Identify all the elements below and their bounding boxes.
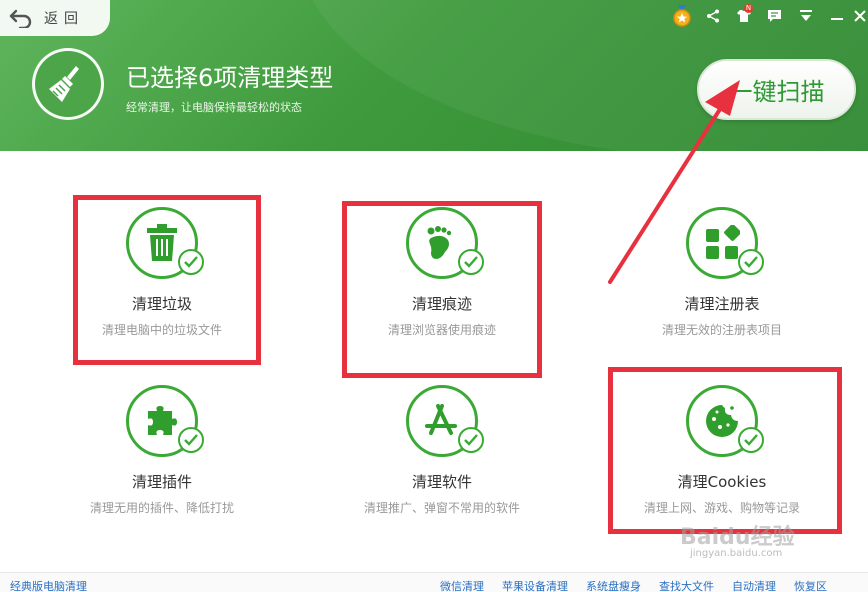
item-description: 清理推广、弹窗不常用的软件 bbox=[363, 501, 520, 515]
checkmark-icon[interactable] bbox=[738, 427, 764, 453]
footer-bar: 经典版电脑清理 微信清理 苹果设备清理 系统盘瘦身 查找大文件 自动清理 恢复区 bbox=[0, 572, 868, 592]
annotation-arrow bbox=[608, 80, 740, 284]
watermark-url: jingyan.baidu.com bbox=[690, 548, 783, 559]
clean-plugins-item[interactable]: 清理插件 清理无用的插件、降低打扰 bbox=[22, 383, 302, 523]
checkmark-icon[interactable] bbox=[458, 249, 484, 275]
window-toolbar: N bbox=[666, 4, 868, 28]
item-title: 清理Cookies bbox=[677, 473, 767, 491]
back-arrow-icon bbox=[9, 9, 32, 28]
checkmark-icon[interactable] bbox=[178, 427, 204, 453]
item-description: 清理电脑中的垃圾文件 bbox=[101, 323, 222, 337]
page-subtitle: 经常清理，让电脑保持最轻松的状态 bbox=[126, 101, 302, 114]
wechat-clean-link[interactable]: 微信清理 bbox=[440, 578, 484, 592]
skin-icon[interactable]: N bbox=[728, 4, 759, 28]
checkmark-icon[interactable] bbox=[178, 249, 204, 275]
item-description: 清理上网、游戏、购物等记录 bbox=[643, 501, 800, 515]
feedback-icon[interactable] bbox=[759, 4, 790, 28]
checkmark-icon[interactable] bbox=[458, 427, 484, 453]
classic-version-link[interactable]: 经典版电脑清理 bbox=[10, 578, 87, 592]
system-disk-slim-link[interactable]: 系统盘瘦身 bbox=[586, 578, 641, 592]
share-icon[interactable] bbox=[697, 4, 728, 28]
medal-icon[interactable] bbox=[666, 4, 697, 28]
close-icon[interactable] bbox=[852, 4, 868, 28]
item-title: 清理垃圾 bbox=[131, 295, 192, 313]
item-title: 清理痕迹 bbox=[411, 295, 472, 313]
clean-junk-item[interactable]: 清理垃圾 清理电脑中的垃圾文件 bbox=[22, 205, 302, 345]
find-large-files-link[interactable]: 查找大文件 bbox=[659, 578, 714, 592]
apple-device-clean-link[interactable]: 苹果设备清理 bbox=[502, 578, 568, 592]
menu-icon[interactable] bbox=[790, 4, 821, 28]
clean-cookies-item[interactable]: 清理Cookies 清理上网、游戏、购物等记录 bbox=[582, 383, 862, 523]
auto-clean-link[interactable]: 自动清理 bbox=[732, 578, 776, 592]
recovery-area-link[interactable]: 恢复区 bbox=[794, 578, 827, 592]
broom-icon bbox=[32, 48, 104, 120]
clean-traces-item[interactable]: 清理痕迹 清理浏览器使用痕迹 bbox=[302, 205, 582, 345]
item-title: 清理软件 bbox=[411, 473, 472, 491]
minimize-icon[interactable] bbox=[821, 4, 852, 28]
item-title: 清理插件 bbox=[131, 473, 192, 491]
footer-links: 微信清理 苹果设备清理 系统盘瘦身 查找大文件 自动清理 恢复区 bbox=[440, 578, 845, 592]
back-button[interactable]: 返回 bbox=[0, 0, 110, 36]
item-description: 清理无用的插件、降低打扰 bbox=[89, 501, 234, 515]
page-title: 已选择6项清理类型 bbox=[126, 64, 334, 92]
back-label: 返回 bbox=[44, 11, 84, 27]
item-description: 清理无效的注册表项目 bbox=[661, 323, 782, 337]
item-description: 清理浏览器使用痕迹 bbox=[387, 323, 496, 337]
new-badge: N bbox=[744, 4, 753, 13]
clean-software-item[interactable]: 清理软件 清理推广、弹窗不常用的软件 bbox=[302, 383, 582, 523]
watermark: Baidu经验 bbox=[680, 525, 795, 550]
